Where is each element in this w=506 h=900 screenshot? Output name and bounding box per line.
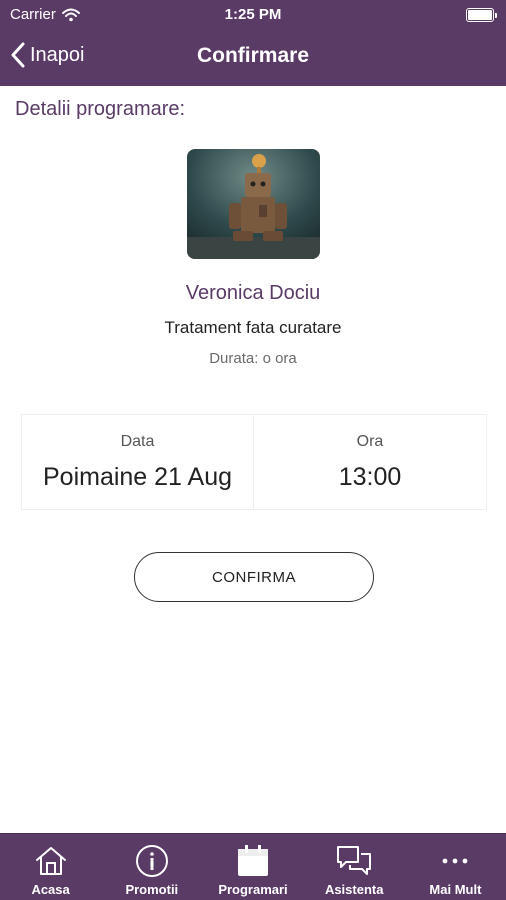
home-icon [33, 843, 69, 879]
date-value: Poimaine 21 Aug [42, 463, 233, 491]
tab-label-mai-mult: Mai Mult [429, 882, 482, 897]
confirm-button[interactable]: CONFIRMA [134, 552, 374, 602]
date-box: Data Poimaine 21 Aug [21, 414, 254, 510]
status-time: 1:25 PM [224, 6, 282, 23]
details-heading: Detalii programare: [15, 98, 186, 120]
tab-label-acasa: Acasa [31, 882, 70, 897]
tab-acasa[interactable]: Acasa [0, 834, 101, 900]
tab-label-promotii: Promotii [125, 882, 179, 897]
tab-promotii[interactable]: Promotii [101, 834, 202, 900]
time-box: Ora 13:00 [253, 414, 487, 510]
status-bar: Carrier 1:25 PM [0, 0, 506, 30]
service-name: Tratament fata curatare [164, 318, 342, 337]
tab-label-programari: Programari [218, 882, 288, 897]
tab-programari[interactable]: Programari [202, 834, 303, 900]
service-duration: Durata: o ora [209, 350, 297, 367]
tab-bar: Acasa Promotii Programari Asistenta Mai … [0, 833, 506, 900]
provider-name: Veronica Dociu [185, 282, 321, 304]
time-label: Ora [356, 433, 384, 450]
more-icon [437, 843, 473, 879]
tab-asistenta[interactable]: Asistenta [304, 834, 405, 900]
battery-icon [466, 8, 497, 22]
date-label: Data [120, 433, 155, 450]
provider-avatar [187, 149, 320, 259]
navigation-bar: Inapoi Confirmare [0, 30, 506, 86]
tab-label-asistenta: Asistenta [324, 882, 384, 897]
time-value: 13:00 [338, 463, 402, 491]
tab-mai-mult[interactable]: Mai Mult [405, 834, 506, 900]
info-icon [134, 843, 170, 879]
calendar-icon [235, 843, 271, 879]
page-title: Confirmare [196, 44, 310, 67]
chat-icon [336, 843, 372, 879]
